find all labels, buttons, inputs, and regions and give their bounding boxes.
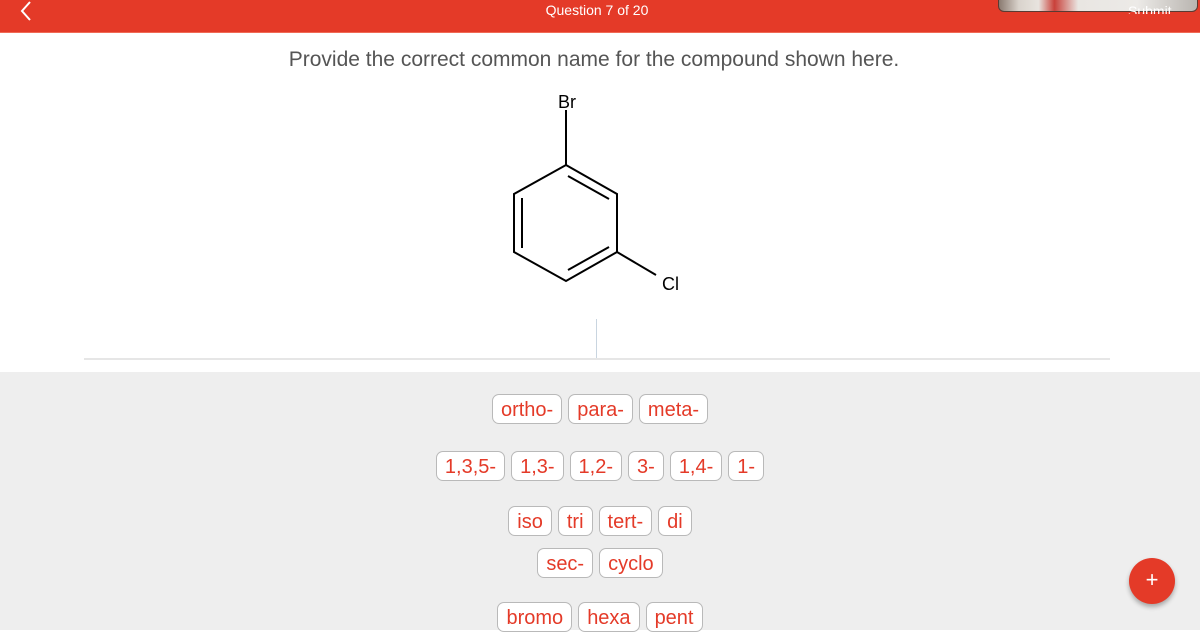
tile-iso[interactable]: iso (508, 506, 552, 536)
word-bank-row-prefixes: ortho- para- meta- (0, 394, 1200, 424)
word-bank-row-roots: bromo hexa pent (0, 602, 1200, 632)
tile-sec[interactable]: sec- (537, 548, 594, 578)
tile-ortho[interactable]: ortho- (491, 394, 563, 424)
word-bank-row-modifiers: iso tri tert- di (0, 506, 1200, 536)
tile-1-2[interactable]: 1,2- (569, 451, 623, 481)
text-cursor (596, 319, 597, 358)
tile-hexa[interactable]: hexa (578, 602, 640, 632)
tile-1-3[interactable]: 1,3- (511, 451, 564, 481)
tile-tri[interactable]: tri (557, 506, 593, 536)
add-button[interactable]: + (1129, 558, 1175, 604)
cl-bond (616, 251, 657, 276)
question-prompt: Provide the correct common name for the … (288, 48, 900, 71)
tile-meta[interactable]: meta- (638, 394, 709, 424)
plus-icon: + (1145, 567, 1159, 592)
header-bar: Question 7 of 20 Submit (0, 0, 1200, 33)
tile-di[interactable]: di (658, 506, 692, 536)
tile-1-3-5[interactable]: 1,3,5- (435, 451, 506, 481)
tile-1-4[interactable]: 1,4- (669, 451, 723, 481)
chlorine-label: Cl (662, 274, 679, 294)
tile-para[interactable]: para- (568, 394, 633, 424)
tile-1[interactable]: 1- (728, 451, 765, 481)
tile-tert[interactable]: tert- (598, 506, 653, 536)
molecule-structure: Br Cl (513, 92, 679, 294)
inner-double-bond (567, 246, 610, 271)
tile-pent[interactable]: pent (645, 602, 703, 632)
tile-bromo[interactable]: bromo (497, 602, 573, 632)
submit-button[interactable]: Submit (1128, 4, 1172, 14)
word-bank-row-structure: sec- cyclo (0, 548, 1200, 578)
word-bank-row-locants: 1,3,5- 1,3- 1,2- 3- 1,4- 1- (0, 451, 1200, 481)
inner-double-bond (567, 175, 610, 200)
benzene-ring (513, 110, 657, 283)
word-bank: ortho- para- meta- 1,3,5- 1,3- 1,2- 3- 1… (0, 372, 1200, 632)
bromine-label: Br (558, 92, 576, 112)
tile-3[interactable]: 3- (628, 451, 664, 481)
answer-input-line[interactable] (84, 358, 1110, 360)
tile-cyclo[interactable]: cyclo (599, 548, 663, 578)
